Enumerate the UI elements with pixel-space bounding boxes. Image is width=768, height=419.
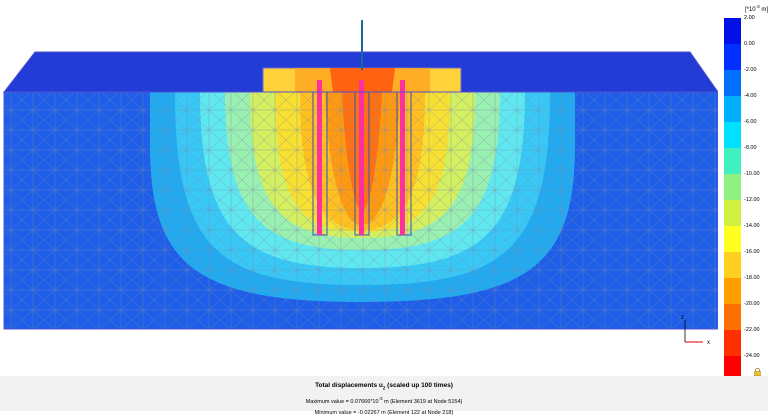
displacement-contour-plot: z x bbox=[2, 20, 719, 346]
legend-swatch bbox=[724, 96, 741, 122]
legend-swatch bbox=[724, 278, 741, 304]
legend-swatch bbox=[724, 200, 741, 226]
legend-swatch bbox=[724, 304, 741, 330]
legend-tick-label: -8.00 bbox=[744, 145, 757, 151]
legend-swatch bbox=[724, 148, 741, 174]
legend-swatch bbox=[724, 174, 741, 200]
legend-tick-label: -14.00 bbox=[744, 223, 760, 229]
legend-unit-label: [*10-3 m] bbox=[744, 4, 768, 13]
legend-swatch bbox=[724, 44, 741, 70]
legend-swatch bbox=[724, 122, 741, 148]
lock-icon[interactable] bbox=[754, 363, 761, 377]
result-title: Total displacements uz (scaled up 100 ti… bbox=[315, 382, 453, 392]
axis-z-label: z bbox=[681, 315, 684, 321]
legend-tick-label: -12.00 bbox=[744, 197, 760, 203]
legend-tick-label: -22.00 bbox=[744, 327, 760, 333]
legend-tick-label: -6.00 bbox=[744, 119, 757, 125]
color-legend: [*10-3 m] 2.00 0.00 -2.00 -4.00 -6.00 -8.00 -1… bbox=[718, 4, 768, 382]
model-viewport[interactable]: z x bbox=[0, 0, 768, 375]
legend-swatch bbox=[724, 18, 741, 44]
legend-tick-label: -4.00 bbox=[744, 93, 757, 99]
legend-swatch bbox=[724, 226, 741, 252]
legend-tick-label: -16.00 bbox=[744, 249, 760, 255]
legend-color-bar bbox=[724, 18, 741, 382]
axis-x-label: x bbox=[707, 340, 710, 346]
legend-tick-label: -20.00 bbox=[744, 301, 760, 307]
maximum-value-text: Maximum value = 0.07666*10-3 m (Element … bbox=[305, 396, 463, 406]
legend-swatch bbox=[724, 70, 741, 96]
legend-swatch bbox=[724, 252, 741, 278]
minimum-value-text: Minimum value = -0.02267 m (Element 122 … bbox=[314, 410, 454, 417]
legend-tick-label: -2.00 bbox=[744, 67, 757, 73]
legend-tick-label: 2.00 bbox=[744, 15, 755, 21]
legend-swatch bbox=[724, 330, 741, 356]
legend-tick-label: -24.00 bbox=[744, 353, 760, 359]
legend-tick-label: 0.00 bbox=[744, 41, 755, 47]
legend-tick-label: -10.00 bbox=[744, 171, 760, 177]
results-info-panel: Total displacements uz (scaled up 100 ti… bbox=[0, 376, 768, 416]
legend-tick-label: -18.00 bbox=[744, 275, 760, 281]
